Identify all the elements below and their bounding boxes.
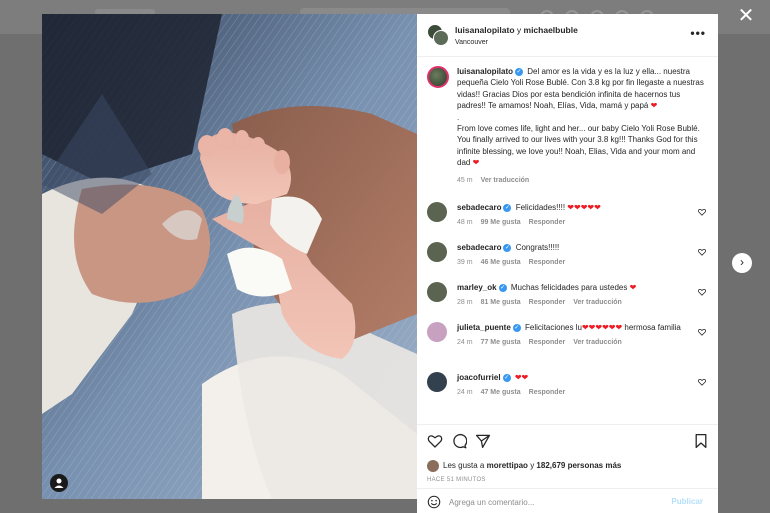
heart-icon[interactable] [698,248,706,256]
comment-meta: 39 m 46 Me gusta Responder [457,257,687,268]
avatar[interactable] [427,282,447,302]
comment-icon[interactable] [451,433,467,449]
verified-badge-icon: ✓ [502,373,511,382]
translate-link[interactable]: Ver traducción [573,299,622,306]
comment-meta: 24 m 77 Me gusta Responder Ver traducción [457,337,687,348]
chevron-right-icon[interactable]: › [732,253,752,273]
comment-time: 28 m [457,299,473,306]
heart-icon[interactable] [698,288,706,296]
liker-link[interactable]: morettipao [487,461,528,470]
comment-username[interactable]: sebadecaro [457,203,501,212]
verified-badge-icon: ✓ [512,323,521,332]
location-link[interactable]: Vancouver [455,39,488,46]
bookmark-icon[interactable] [693,433,709,449]
reply-button[interactable]: Responder [529,219,566,226]
heart-emojis: ❤❤❤❤❤❤ [581,323,623,332]
collab-avatars[interactable] [427,24,449,46]
heart-emojis: ❤ [629,283,637,292]
comment-body: sebadecaro ✓ Congrats!!!!! 39 m 46 Me gust… [457,242,687,268]
heart-emojis: ❤❤❤❤❤ [567,203,601,212]
reply-button[interactable]: Responder [529,389,566,396]
comment-body: marley_ok ✓ Muchas felicidades para usted… [457,282,687,308]
caption-username[interactable]: luisanalopilato [457,67,513,76]
comment-likes[interactable]: 77 Me gusta [481,339,521,346]
comment-meta: 24 m 47 Me gusta Responder [457,387,687,398]
heart-icon[interactable] [698,378,706,386]
heart-emoji-icon: ❤ [472,158,480,168]
comment-text: Muchas felicidades para ustedes [510,283,628,292]
author-link[interactable]: luisanalopilato [455,25,515,35]
translate-link[interactable]: Ver traducción [573,339,622,346]
reply-button[interactable]: Responder [529,339,566,346]
more-options-icon[interactable]: ••• [690,26,706,40]
comment-username[interactable]: marley_ok [457,283,497,292]
user-tag-icon[interactable] [50,474,68,492]
comment-text: Congrats!!!!! [515,243,560,252]
share-icon[interactable] [475,433,491,449]
avatar[interactable] [427,372,447,392]
comment-likes[interactable]: 99 Me gusta [481,219,521,226]
comment-input[interactable] [449,494,659,510]
caption-text: luisanalopilato ✓ Del amor es la vida y e… [457,66,705,186]
caption-dot: . [457,112,460,122]
translate-link[interactable]: Ver traducción [481,177,530,184]
comment-text: Felicitaciones lu [525,323,582,332]
avatar[interactable] [427,242,447,262]
newborn-foot-photo [42,14,417,499]
post-photo [42,14,417,499]
heart-icon[interactable] [698,328,706,336]
avatar [427,460,439,472]
comment-likes[interactable]: 81 Me gusta [481,299,521,306]
heart-icon[interactable] [698,208,706,216]
heart-emoji-icon: ❤ [650,101,658,111]
comments-scroll[interactable]: luisanalopilato ✓ Del amor es la vida y e… [417,58,718,424]
likes-count-link[interactable]: 182,679 personas más [536,461,621,470]
heart-icon[interactable] [427,433,443,449]
comment-meta: 28 m 81 Me gusta Responder Ver traducción [457,297,687,308]
comment-text: Felicidades!!!! [515,203,566,212]
likes-prefix: Les gusta a [443,461,485,471]
comment-meta: 48 m 99 Me gusta Responder [457,217,687,228]
comment-likes[interactable]: 47 Me gusta [481,389,521,396]
verified-badge-icon: ✓ [503,243,512,252]
comment-time: 24 m [457,339,473,346]
action-bar: Les gusta a morettipao y 182,679 persona… [417,424,718,513]
likes-summary: Les gusta a morettipao y 182,679 persona… [427,460,621,472]
comment-time: 48 m [457,219,473,226]
heart-emojis: ❤❤ [514,373,529,382]
caption-english: From love comes life, light and her... o… [457,124,700,168]
comment-body: joacofurriel ✓ ❤❤ 24 m 47 Me gusta Responde… [457,372,687,398]
verified-badge-icon: ✓ [515,67,524,76]
verified-badge-icon: ✓ [503,203,512,212]
comment-body: sebadecaro ✓ Felicidades!!!! ❤❤❤❤❤ 48 m 99… [457,202,687,228]
comment-time: 24 m [457,389,473,396]
post-panel: luisanalopilato y michaelbuble Vancouver… [417,14,718,513]
comment-username[interactable]: julieta_puente [457,323,511,332]
avatar [433,30,449,46]
comment-body: julieta_puente ✓ Felicitaciones lu❤❤❤❤❤❤ … [457,322,687,348]
comment-composer: Publicar [417,488,718,513]
comment-text-after: hermosa familia [624,323,681,332]
caption-meta: 45 m Ver traducción [457,175,705,186]
reply-button[interactable]: Responder [529,259,566,266]
post-timestamp[interactable]: HACE 51 MINUTOS [427,477,486,483]
likes-joiner: y [530,461,535,471]
close-icon[interactable]: ✕ [736,6,756,26]
avatar[interactable] [427,202,447,222]
comment-username[interactable]: joacofurriel [457,373,501,382]
caption-time: 45 m [457,176,473,184]
publish-button[interactable]: Publicar [671,497,703,506]
comment-likes[interactable]: 46 Me gusta [481,259,521,266]
post-header: luisanalopilato y michaelbuble Vancouver… [417,14,718,57]
reply-button[interactable]: Responder [529,299,566,306]
author-link[interactable]: michaelbuble [524,25,578,35]
comment-username[interactable]: sebadecaro [457,243,501,252]
emoji-icon[interactable] [427,495,441,509]
avatar[interactable] [427,322,447,342]
avatar[interactable] [427,66,449,88]
post-authors: luisanalopilato y michaelbuble [455,25,578,35]
comment-time: 39 m [457,259,473,266]
author-joiner: y [516,25,522,35]
verified-badge-icon: ✓ [498,283,507,292]
